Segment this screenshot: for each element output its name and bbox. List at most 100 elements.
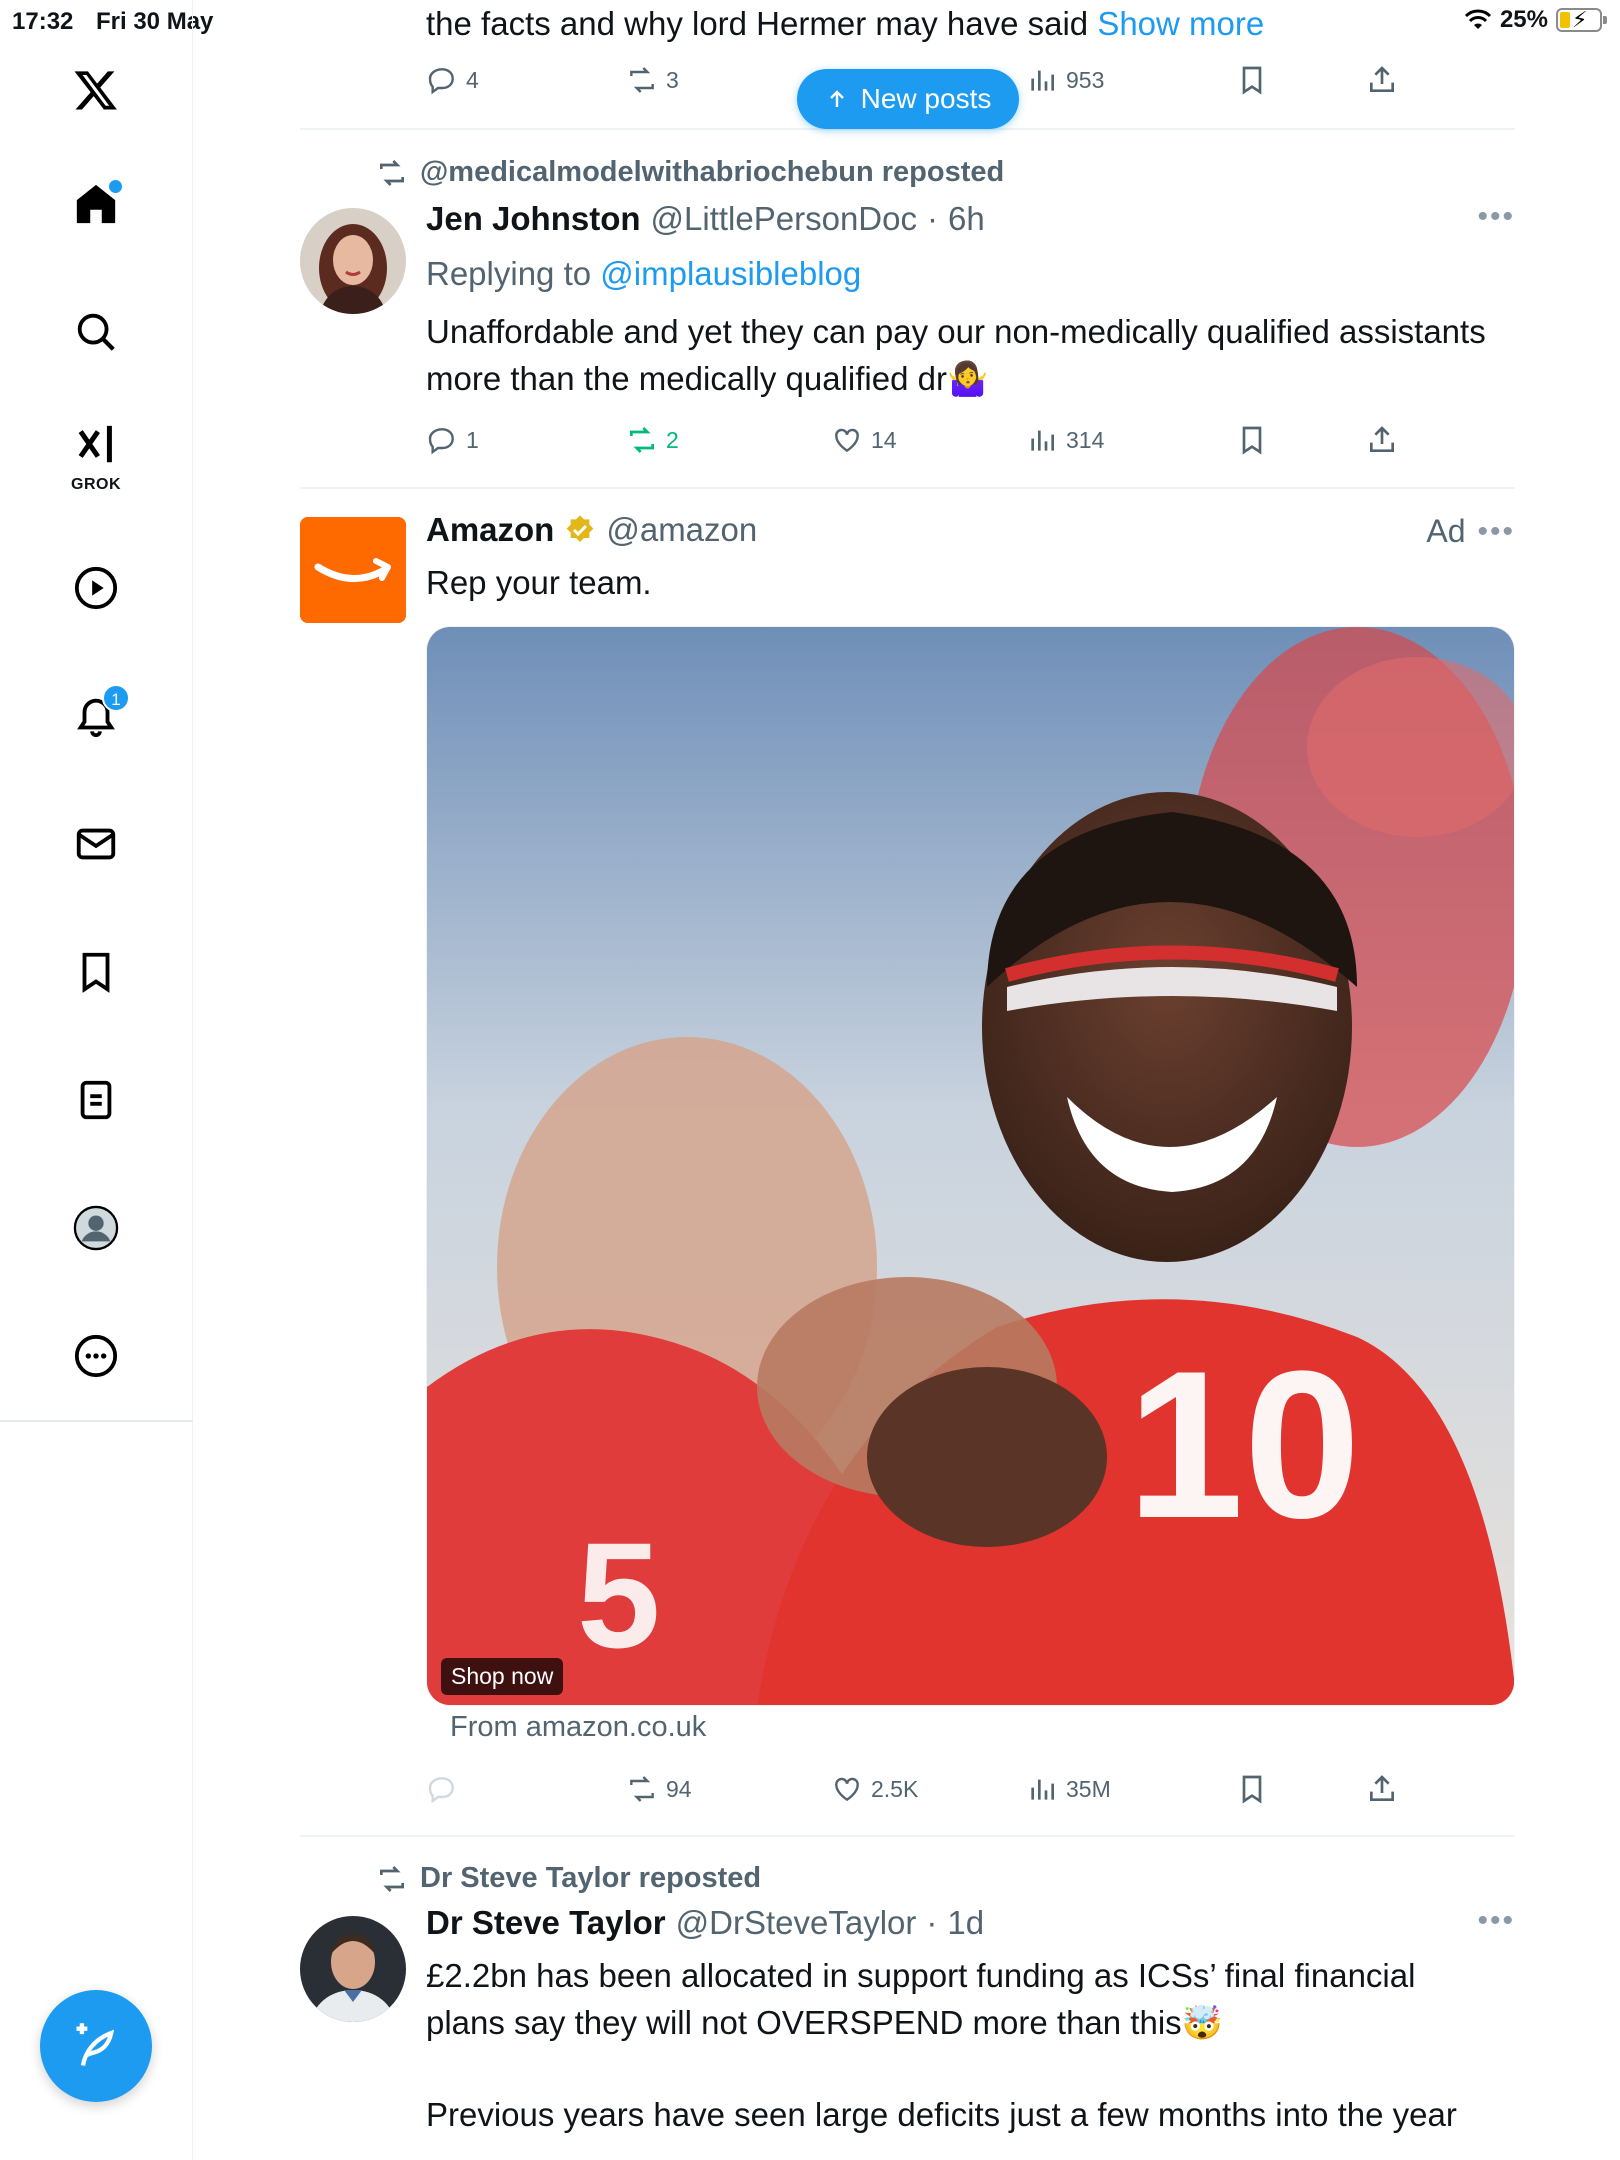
share-button[interactable]: [1366, 1769, 1398, 1809]
separator-dot: ·: [926, 200, 938, 237]
app-root: 17:32 Fri 30 May 25% ⚡ GROK 1 the facts …: [0, 0, 1620, 2160]
nav-grok[interactable]: GROK: [60, 418, 132, 493]
sidebar-divider: [0, 1420, 193, 1422]
heart-icon: [835, 1777, 859, 1802]
repost-button[interactable]: 3: [626, 60, 679, 100]
timestamp[interactable]: 1d: [947, 1904, 984, 1942]
reply-icon: [428, 428, 454, 455]
repost-icon: [380, 159, 404, 186]
tweet-text: Rep your team.: [426, 564, 652, 601]
svg-text:5: 5: [577, 1511, 660, 1679]
profile-avatar-icon: [73, 1205, 119, 1251]
repost-context-text: Dr Steve Taylor reposted: [420, 1862, 762, 1894]
repost-button[interactable]: 94: [626, 1769, 692, 1809]
bookmark-button[interactable]: [1236, 1769, 1268, 1809]
avatar[interactable]: [300, 1916, 406, 2022]
shop-now-label[interactable]: Shop now: [441, 1658, 564, 1695]
like-count: 2.5K: [871, 1775, 919, 1802]
show-more-link[interactable]: Show more: [1097, 5, 1264, 42]
nav-notifications[interactable]: 1: [60, 680, 132, 752]
more-options-icon[interactable]: •••: [1477, 515, 1515, 549]
nav-explore[interactable]: [60, 296, 132, 368]
new-posts-button[interactable]: New posts: [797, 69, 1019, 129]
tweet-steve-taylor[interactable]: Dr Steve Taylor reposted Dr Steve Taylor…: [300, 1856, 1515, 2160]
sports-fans-photo: 10 5: [427, 627, 1514, 1705]
nav-messages[interactable]: [60, 808, 132, 880]
handle[interactable]: @amazon: [606, 511, 757, 549]
views-count: 314: [1066, 426, 1105, 453]
nav-profile[interactable]: [60, 1192, 132, 1264]
play-icon: [74, 566, 118, 610]
reply-icon: [428, 1777, 454, 1804]
bookmark-icon: [1242, 426, 1262, 455]
views-chart-icon: [1031, 70, 1054, 91]
share-upload-icon: [1370, 66, 1394, 92]
nav-home[interactable]: [60, 168, 132, 240]
search-icon: [77, 313, 115, 351]
nav-bookmarks[interactable]: [60, 936, 132, 1008]
display-name[interactable]: Amazon: [426, 511, 554, 549]
battery-icon: ⚡: [1556, 7, 1607, 32]
reply-count: 1: [466, 426, 479, 453]
tweet-divider: [300, 1835, 1515, 1837]
compose-post-button[interactable]: [40, 1990, 152, 2102]
views-count: 953: [1066, 66, 1105, 93]
x-logo-icon: [74, 71, 117, 110]
repost-icon: [630, 67, 654, 93]
repost-icon: [380, 1865, 404, 1892]
nav-videos[interactable]: [60, 552, 132, 624]
tweet-amazon-ad[interactable]: Amazon @amazon Ad ••• Rep your team. 10 …: [300, 505, 1515, 1815]
display-name[interactable]: Dr Steve Taylor: [426, 1904, 666, 1942]
ad-image[interactable]: 10 5 Shop now: [426, 626, 1515, 1706]
tweet-jen-johnston[interactable]: @medicalmodelwithabriochebun reposted Je…: [300, 150, 1515, 485]
display-name[interactable]: Jen Johnston: [426, 200, 641, 238]
share-button[interactable]: [1366, 420, 1398, 460]
reply-button[interactable]: 4: [426, 60, 479, 100]
tweet-header: Amazon @amazon: [426, 511, 757, 549]
repost-button[interactable]: 2: [626, 420, 679, 460]
reply-button[interactable]: [426, 1769, 458, 1809]
verified-badge-icon: [567, 515, 594, 542]
share-upload-icon: [1370, 1775, 1394, 1801]
bookmark-icon: [1242, 1775, 1262, 1804]
tweet-actions: 1 2 14 314: [426, 420, 1515, 460]
avatar-photo: [300, 1916, 406, 2022]
ad-source-link[interactable]: From amazon.co.uk: [450, 1711, 706, 1744]
views-button[interactable]: 314: [1026, 420, 1104, 460]
nav-more[interactable]: [60, 1320, 132, 1392]
more-options-icon[interactable]: •••: [1477, 1904, 1515, 1938]
reply-count: 4: [466, 66, 479, 93]
tweet-text-content: the facts and why lord Hermer may have s…: [426, 5, 1089, 42]
views-chart-icon: [1031, 430, 1054, 451]
more-options-icon[interactable]: •••: [1477, 200, 1515, 234]
replying-to-link[interactable]: @implausibleblog: [600, 255, 861, 292]
bookmark-button[interactable]: [1236, 420, 1268, 460]
replying-to-line: Replying to @implausibleblog: [426, 250, 1515, 297]
arrow-up-icon: [829, 90, 844, 107]
views-button[interactable]: 953: [1026, 60, 1104, 100]
x-logo[interactable]: [60, 54, 132, 126]
more-circle-icon: [74, 1334, 118, 1378]
tweet-text: Unaffordable and yet they can pay our no…: [426, 313, 1486, 397]
repost-context-text: @medicalmodelwithabriochebun reposted: [420, 156, 1005, 188]
svg-text:10: 10: [1127, 1327, 1361, 1562]
timestamp[interactable]: 6h: [948, 200, 985, 238]
like-button[interactable]: 14: [831, 420, 897, 460]
grok-label: GROK: [71, 476, 121, 493]
handle[interactable]: @DrSteveTaylor: [676, 1904, 917, 1942]
bookmark-button[interactable]: [1236, 60, 1268, 100]
ad-label-group: Ad •••: [1426, 513, 1515, 550]
share-button[interactable]: [1366, 60, 1398, 100]
avatar-photo: [300, 208, 406, 314]
like-button[interactable]: 2.5K: [831, 1769, 918, 1809]
avatar[interactable]: [300, 208, 406, 314]
nav-lists[interactable]: [60, 1064, 132, 1136]
replying-label: Replying to: [426, 255, 592, 292]
tweet-text: the facts and why lord Hermer may have s…: [426, 0, 1515, 47]
reply-button[interactable]: 1: [426, 420, 479, 460]
repost-icon: [630, 1776, 654, 1802]
handle[interactable]: @LittlePersonDoc: [651, 200, 917, 238]
views-button[interactable]: 35M: [1026, 1769, 1111, 1809]
envelope-icon: [76, 828, 116, 860]
amazon-logo[interactable]: [300, 517, 406, 623]
